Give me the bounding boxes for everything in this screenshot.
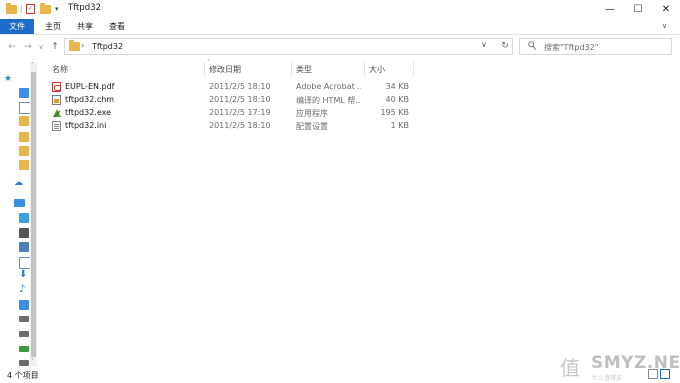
file-size: 1 KB: [390, 121, 409, 130]
column-divider[interactable]: [413, 62, 414, 76]
back-button[interactable]: ←: [5, 40, 19, 54]
breadcrumb-separator-icon[interactable]: ›: [81, 41, 84, 50]
watermark-text: SMYZ.NET: [591, 353, 680, 373]
file-type: 应用程序: [296, 109, 328, 118]
search-box[interactable]: 搜索"Tftpd32": [519, 38, 672, 55]
scroll-up-icon[interactable]: ˄: [31, 62, 34, 69]
window-title: Tftpd32: [68, 3, 101, 13]
drive-icon[interactable]: [19, 331, 29, 337]
chm-icon: [52, 95, 61, 105]
navigation-scrollbar[interactable]: ˄ ˅: [30, 62, 37, 367]
column-header-date[interactable]: 修改日期: [209, 64, 241, 75]
drive-icon[interactable]: [19, 360, 29, 366]
file-row[interactable]: tftpd32.exe 2011/2/5 17:19 应用程序 195 KB: [44, 107, 414, 120]
file-name: tftpd32.chm: [65, 95, 115, 104]
folder-icon[interactable]: [19, 132, 29, 142]
ribbon: 文件 主页 共享 查看 ∨: [0, 19, 680, 35]
folder-icon[interactable]: [19, 160, 29, 170]
refresh-button[interactable]: ↻: [497, 38, 513, 55]
desktop-icon[interactable]: [19, 300, 29, 310]
column-header-row: ˄ 名称 修改日期 类型 大小: [44, 59, 414, 76]
properties-icon[interactable]: ✓: [26, 3, 35, 15]
file-name: tftpd32.ini: [65, 121, 107, 130]
folder-icon: [6, 2, 17, 15]
file-type: 配置设置: [296, 122, 328, 131]
tab-view[interactable]: 查看: [104, 19, 130, 34]
column-divider[interactable]: [204, 62, 205, 76]
file-name: EUPL-EN.pdf: [65, 82, 115, 91]
column-header-name[interactable]: 名称: [52, 64, 68, 75]
watermark-subtext: 什么值得买: [592, 375, 623, 382]
watermark: 值 SMYZ.NET 什么值得买: [558, 350, 680, 382]
scroll-down-icon[interactable]: ˅: [31, 358, 34, 365]
column-header-type[interactable]: 类型: [296, 64, 312, 75]
quick-access-star-icon[interactable]: ★: [4, 74, 12, 84]
this-pc-icon[interactable]: [14, 199, 25, 207]
column-divider[interactable]: [291, 62, 292, 76]
separator: |: [20, 5, 23, 13]
minimize-button[interactable]: —: [596, 0, 624, 19]
ini-icon: [52, 121, 61, 131]
forward-button[interactable]: →: [21, 40, 35, 54]
file-name: tftpd32.exe: [65, 108, 112, 117]
folder-icon[interactable]: [19, 116, 29, 126]
scrollbar-thumb[interactable]: [31, 72, 36, 357]
column-header-size[interactable]: 大小: [369, 64, 385, 75]
tab-home[interactable]: 主页: [40, 19, 66, 34]
file-date: 2011/2/5 17:19: [209, 108, 271, 117]
tab-file[interactable]: 文件: [0, 19, 34, 34]
search-icon: [528, 41, 536, 52]
pictures-icon[interactable]: [19, 242, 29, 252]
file-size: 34 KB: [385, 82, 409, 91]
downloads-icon[interactable]: ⬇: [19, 269, 27, 280]
breadcrumb-tftpd32[interactable]: Tftpd32: [92, 42, 123, 51]
video-icon[interactable]: [19, 228, 29, 238]
recent-locations-button[interactable]: ∨: [34, 40, 48, 54]
file-date: 2011/2/5 18:10: [209, 121, 271, 130]
column-divider[interactable]: [364, 62, 365, 76]
status-item-count: 4 个项目: [7, 371, 39, 380]
desktop-icon[interactable]: [19, 88, 29, 98]
maximize-button[interactable]: ☐: [624, 0, 652, 19]
watermark-logo-icon: 值: [560, 356, 580, 380]
file-size: 40 KB: [385, 95, 409, 104]
folder-icon[interactable]: [19, 146, 29, 156]
file-row[interactable]: tftpd32.ini 2011/2/5 18:10 配置设置 1 KB: [44, 120, 414, 133]
file-size: 195 KB: [380, 108, 409, 117]
pdf-icon: [52, 82, 61, 92]
address-dropdown-icon[interactable]: ∨: [481, 40, 487, 49]
file-type: 编译的 HTML 帮...: [296, 96, 361, 105]
file-type: Adobe Acrobat ...: [296, 82, 361, 91]
onedrive-icon[interactable]: ☁: [14, 178, 23, 188]
tab-share[interactable]: 共享: [72, 19, 98, 34]
new-folder-icon[interactable]: [40, 2, 51, 15]
3d-objects-icon[interactable]: [19, 213, 29, 223]
file-row[interactable]: tftpd32.chm 2011/2/5 18:10 编译的 HTML 帮...…: [44, 94, 414, 107]
music-icon[interactable]: ♪: [19, 284, 25, 295]
quick-access-dropdown-icon[interactable]: ▾: [55, 3, 59, 15]
title-bar: | ✓ ▾ Tftpd32 — ☐ ✕: [0, 0, 680, 19]
file-date: 2011/2/5 18:10: [209, 95, 271, 104]
up-button[interactable]: ↑: [48, 40, 62, 54]
network-drive-icon[interactable]: [19, 346, 29, 352]
ribbon-expand-icon[interactable]: ∨: [662, 22, 667, 30]
exe-icon: [52, 108, 62, 118]
search-input[interactable]: 搜索"Tftpd32": [544, 42, 598, 53]
close-button[interactable]: ✕: [652, 0, 680, 19]
address-bar[interactable]: › Tftpd32 ∨: [64, 38, 513, 55]
drive-icon[interactable]: [19, 316, 29, 322]
folder-icon: [69, 40, 80, 51]
file-row[interactable]: EUPL-EN.pdf 2011/2/5 18:10 Adobe Acrobat…: [44, 81, 414, 94]
file-date: 2011/2/5 18:10: [209, 82, 271, 91]
